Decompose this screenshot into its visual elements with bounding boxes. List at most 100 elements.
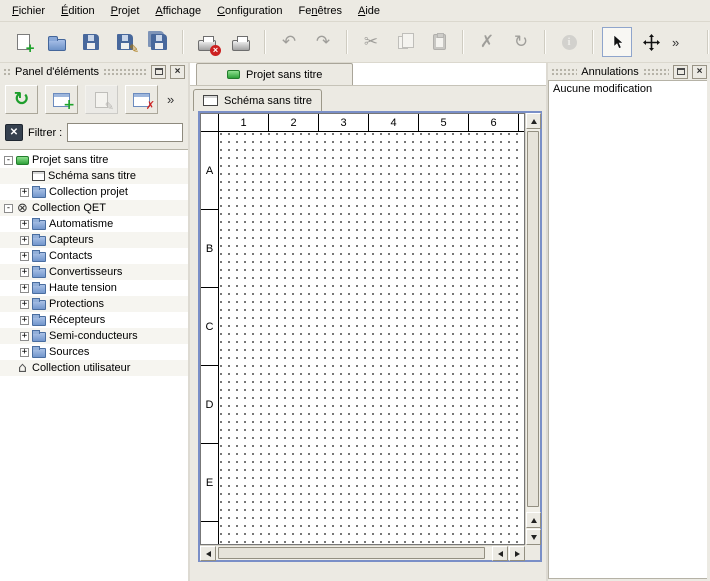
pan-mode-button[interactable] (636, 27, 666, 57)
tab-schema[interactable]: Schéma sans titre (193, 89, 322, 111)
tab-project[interactable]: Projet sans titre (196, 63, 353, 85)
paste-button[interactable] (424, 27, 454, 57)
dock-grip-handle[interactable] (103, 68, 147, 76)
tree-expander-icon[interactable]: + (20, 252, 29, 261)
menu-item-fenetres[interactable]: Fenêtres (291, 2, 350, 20)
edit-element-button[interactable]: ✎ (85, 85, 118, 114)
tree-expander-icon[interactable]: + (20, 300, 29, 309)
tree-item-protections[interactable]: +Protections (0, 296, 188, 312)
element-infos-button[interactable]: i (554, 27, 584, 57)
elements-panel: Panel d'éléments × ↻+✎✗» ✕ Filtrer : -Pr… (0, 63, 190, 581)
scroll-up-button[interactable] (526, 113, 541, 129)
menu-item-projet[interactable]: Projet (103, 2, 148, 20)
undo-history-item[interactable]: Aucune modification (549, 81, 707, 97)
filter-input[interactable] (67, 123, 183, 142)
save-all-button[interactable] (144, 27, 174, 57)
save-as-button[interactable]: ✎ (110, 27, 140, 57)
close-document-icon: × (198, 40, 216, 51)
tree-item-label: Collection projet (49, 186, 128, 198)
new-project-button[interactable] (8, 27, 38, 57)
tree-expander-icon[interactable]: + (20, 316, 29, 325)
tree-item-haute-tension[interactable]: +Haute tension (0, 280, 188, 296)
dock-grip-handle[interactable] (551, 68, 577, 76)
tree-item-capteurs[interactable]: +Capteurs (0, 232, 188, 248)
filter-row: ✕ Filtrer : (0, 118, 188, 149)
vertical-scrollbar-thumb[interactable] (527, 131, 539, 507)
row-ruler-cell: C (201, 288, 218, 366)
float-icon (677, 68, 685, 75)
info-gray-icon: i (562, 35, 577, 50)
toolbar-overflow-button[interactable]: » (670, 35, 681, 50)
tree-expander-icon[interactable]: + (20, 188, 29, 197)
tree-item-automatisme[interactable]: +Automatisme (0, 216, 188, 232)
tree-item-collection-utilisateur[interactable]: ⌂Collection utilisateur (0, 360, 188, 376)
tree-item-collection-qet[interactable]: -⊗Collection QET (0, 200, 188, 216)
menu-item-affichage[interactable]: Affichage (147, 2, 209, 20)
reload-collections-button[interactable]: ↻ (5, 85, 38, 114)
scroll-down-button[interactable] (526, 529, 541, 545)
redo-arrow-icon: ↷ (316, 34, 330, 51)
tree-item-label: Récepteurs (49, 314, 105, 326)
schema-canvas[interactable] (220, 133, 524, 544)
close-panel-button[interactable]: × (170, 65, 185, 79)
tree-item-projet-sans-titre[interactable]: - Projet sans titre (0, 152, 188, 168)
tree-item-collection-projet[interactable]: + Collection projet (0, 184, 188, 200)
copy-button[interactable] (390, 27, 420, 57)
tree-expander-icon[interactable]: + (20, 348, 29, 357)
dock-grip-handle[interactable] (643, 68, 669, 76)
select-mode-button[interactable] (602, 27, 632, 57)
rotate-button[interactable]: ↻ (506, 27, 536, 57)
delete-element-button[interactable]: ✗ (125, 85, 158, 114)
tree-expander-icon[interactable]: + (20, 332, 29, 341)
horizontal-scrollbar[interactable] (200, 545, 525, 560)
delete-button[interactable]: ✗ (472, 27, 502, 57)
tree-expander-icon[interactable]: - (4, 156, 13, 165)
tree-expander-icon[interactable]: - (4, 204, 13, 213)
tree-item-label: Projet sans titre (32, 154, 108, 166)
scroll-up-button[interactable] (526, 512, 541, 528)
horizontal-scrollbar-thumb[interactable] (218, 547, 485, 559)
tree-expander-icon[interactable]: + (20, 236, 29, 245)
menu-item-fichier[interactable]: Fichier (4, 2, 53, 20)
tree-item-sources[interactable]: +Sources (0, 344, 188, 360)
close-button[interactable]: × (192, 27, 222, 57)
clear-filter-icon: ✕ (10, 127, 18, 138)
schema-icon (32, 171, 45, 181)
float-panel-button[interactable] (151, 65, 166, 79)
tree-expander-icon[interactable]: + (20, 220, 29, 229)
undo-button[interactable]: ↶ (274, 27, 304, 57)
toolbar-overflow-button[interactable]: » (165, 92, 176, 107)
redo-button[interactable]: ↷ (308, 27, 338, 57)
folder-icon (32, 252, 46, 262)
cut-button[interactable]: ✂ (356, 27, 386, 57)
tree-item-semi-conducteurs[interactable]: +Semi-conducteurs (0, 328, 188, 344)
scroll-left-button[interactable] (200, 546, 216, 561)
tree-item-convertisseurs[interactable]: +Convertisseurs (0, 264, 188, 280)
toolbar-separator (707, 30, 709, 54)
close-panel-button[interactable]: × (692, 65, 707, 79)
tree-item-re-cepteurs[interactable]: + Récepteurs (0, 312, 188, 328)
vertical-scrollbar[interactable] (525, 113, 540, 545)
menu-item-configuration[interactable]: Configuration (209, 2, 290, 20)
tree-expander-icon[interactable]: + (20, 284, 29, 293)
folder-icon (32, 220, 46, 230)
tree-item-contacts[interactable]: +Contacts (0, 248, 188, 264)
dock-grip-handle[interactable] (3, 68, 11, 76)
scroll-right-button[interactable] (509, 546, 525, 561)
clear-filter-button[interactable]: ✕ (5, 124, 23, 141)
tree-expander-icon[interactable]: + (20, 268, 29, 277)
tree-item-label: Collection QET (32, 202, 106, 214)
print-button[interactable] (226, 27, 256, 57)
folder-icon (32, 300, 46, 310)
open-project-button[interactable] (42, 27, 72, 57)
toolbar-separator (462, 30, 464, 54)
folder-icon (32, 236, 46, 246)
elements-tree: -Projet sans titreSchéma sans titre+Coll… (0, 149, 188, 581)
save-button[interactable] (76, 27, 106, 57)
tree-item-sche-ma-sans-titre[interactable]: Schéma sans titre (0, 168, 188, 184)
menu-item-edition[interactable]: Édition (53, 2, 103, 20)
float-panel-button[interactable] (673, 65, 688, 79)
new-element-button[interactable]: + (45, 85, 78, 114)
menu-item-aide[interactable]: Aide (350, 2, 388, 20)
scroll-left-button[interactable] (492, 546, 508, 561)
